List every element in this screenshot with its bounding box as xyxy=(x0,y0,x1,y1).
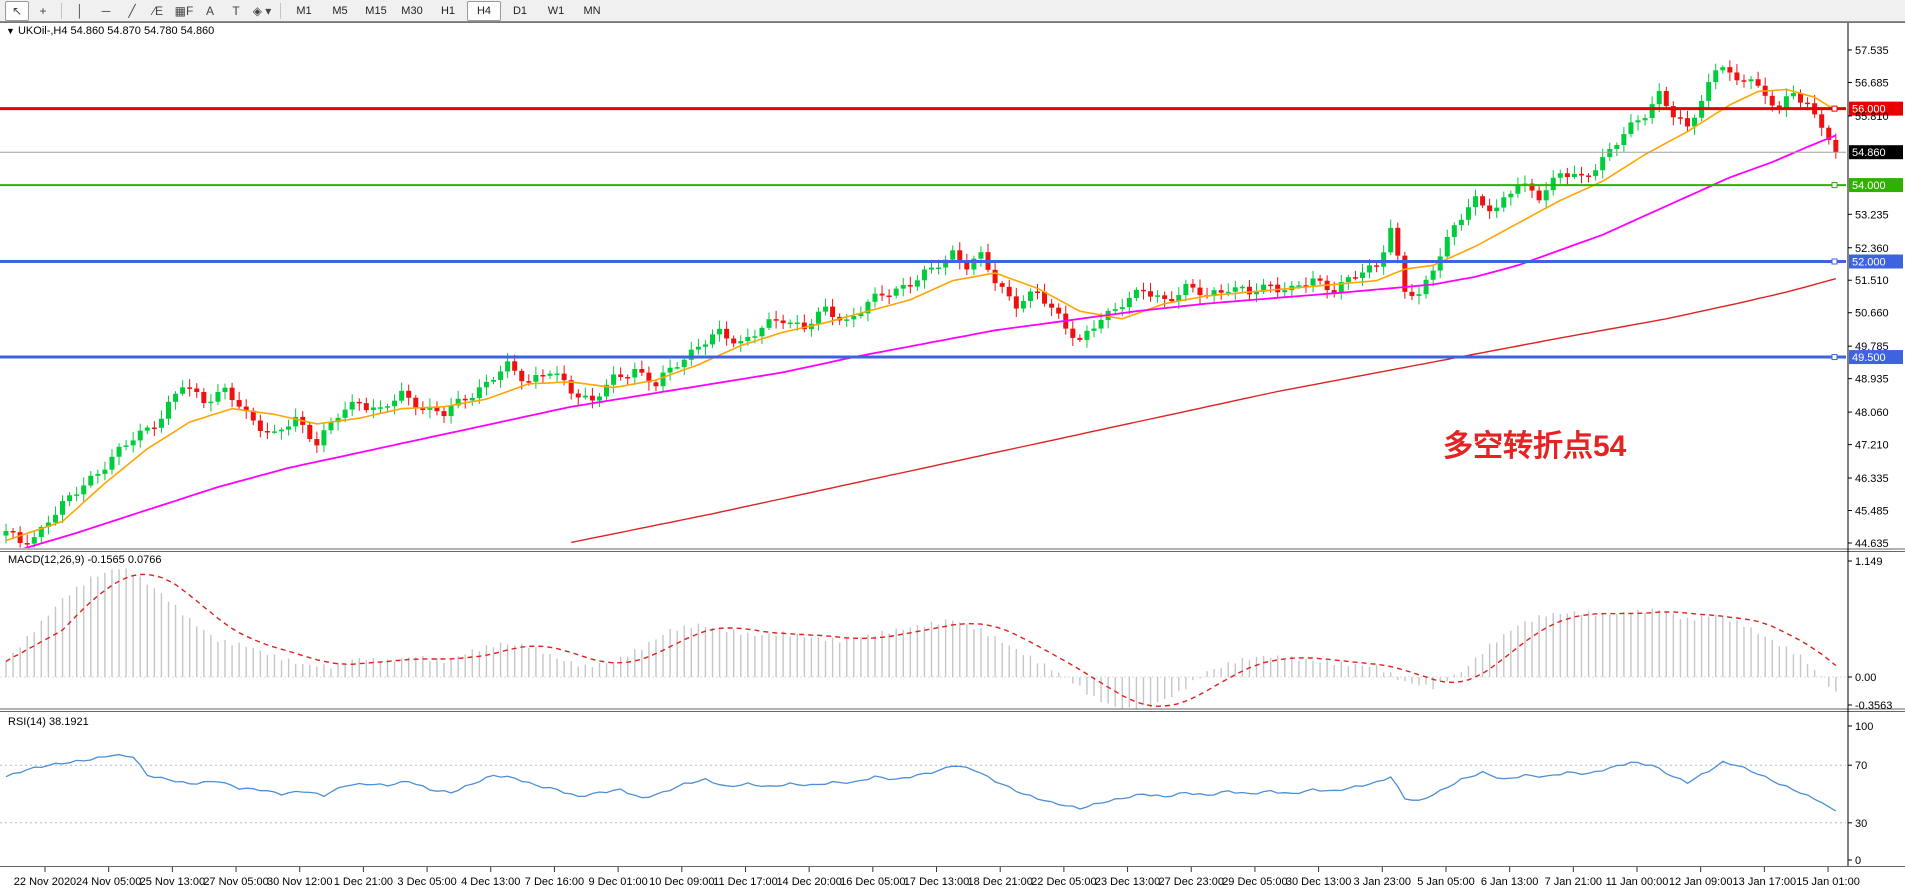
price-tick: 52.360 xyxy=(1855,243,1889,255)
rsi-line xyxy=(6,755,1836,811)
cursor-tool[interactable]: ↖ xyxy=(5,1,29,21)
toolbar: ↖+ │─╱∕E▦FAT◈ ▾ M1M5M15M30H1H4D1W1MN xyxy=(0,0,1905,22)
trendline-tool[interactable]: ╱ xyxy=(120,1,144,21)
timeframe-m15[interactable]: M15 xyxy=(359,1,393,21)
rsi-indicator-label: RSI(14) 38.1921 xyxy=(8,716,89,728)
moving-averages xyxy=(6,90,1836,554)
medium-ma-line xyxy=(6,135,1836,554)
fibonacci-tool[interactable]: ▦F xyxy=(172,1,196,21)
time-tick: 30 Dec 13:00 xyxy=(1286,876,1351,888)
price-label-49.500: 49.500 xyxy=(1852,352,1886,364)
time-tick: 5 Jan 05:00 xyxy=(1417,876,1475,888)
price-tick: 48.935 xyxy=(1855,374,1889,386)
candlestick-series xyxy=(4,60,1839,552)
time-tick: 11 Jan 00:00 xyxy=(1606,876,1669,888)
time-tick: 17 Dec 13:00 xyxy=(904,876,969,888)
price-tick: 47.210 xyxy=(1855,440,1889,452)
time-axis: 22 Nov 202024 Nov 05:0025 Nov 13:0027 No… xyxy=(14,867,1860,888)
rsi-tick: 100 xyxy=(1855,721,1873,733)
price-tick: 56.685 xyxy=(1855,77,1889,89)
time-tick: 22 Dec 05:00 xyxy=(1031,876,1096,888)
collapse-arrow-icon[interactable]: ▼ xyxy=(6,26,15,36)
text-tool[interactable]: A xyxy=(198,1,222,21)
timeframe-mn[interactable]: MN xyxy=(575,1,609,21)
rsi-tick: 0 xyxy=(1855,855,1861,867)
macd-signal-line xyxy=(6,574,1836,706)
symbol-ohlc-readout: ▼ UKOil-,H4 54.860 54.870 54.780 54.860 xyxy=(6,25,214,37)
timeframe-buttons: M1M5M15M30H1H4D1W1MN xyxy=(286,1,610,21)
macd-series xyxy=(0,568,1846,711)
price-label-54.860: 54.860 xyxy=(1852,147,1886,159)
price-axis: 57.535 56.685 55.810 53.235 52.360 51.510 50.6… xyxy=(1848,45,1892,867)
price-tick: 46.335 xyxy=(1855,473,1889,485)
price-tick: 53.235 xyxy=(1855,209,1889,221)
price-tick: 45.485 xyxy=(1855,506,1889,518)
macd-tick: 0.00 xyxy=(1855,672,1876,684)
timeframe-m1[interactable]: M1 xyxy=(287,1,321,21)
horizontal-levels: 56.00054.86054.00052.00049.500 xyxy=(0,102,1903,364)
symbol-text: UKOil-,H4 54.860 54.870 54.780 54.860 xyxy=(18,25,214,37)
price-tick: 49.785 xyxy=(1855,341,1889,353)
toolbar-separator xyxy=(280,3,281,19)
price-tick: 55.810 xyxy=(1855,111,1889,123)
time-tick: 11 Dec 17:00 xyxy=(713,876,778,888)
slow-ma-line xyxy=(571,279,1836,543)
timeframe-h1[interactable]: H1 xyxy=(431,1,465,21)
fast-ma-line xyxy=(6,90,1836,541)
chart-text-annotation[interactable]: 多空转折点54 xyxy=(1443,421,1626,465)
time-tick: 18 Dec 21:00 xyxy=(967,876,1032,888)
time-tick: 14 Dec 20:00 xyxy=(776,876,841,888)
time-tick: 27 Dec 23:00 xyxy=(1159,876,1224,888)
crosshair-tool[interactable]: + xyxy=(31,1,55,21)
timeframe-m5[interactable]: M5 xyxy=(323,1,357,21)
horizontal-line-tool[interactable]: ─ xyxy=(94,1,118,21)
time-tick: 6 Jan 13:00 xyxy=(1481,876,1539,888)
time-tick: 10 Dec 09:00 xyxy=(649,876,714,888)
time-tick: 7 Jan 21:00 xyxy=(1545,876,1603,888)
time-tick: 1 Dec 21:00 xyxy=(334,876,393,888)
time-tick: 3 Jan 23:00 xyxy=(1354,876,1412,888)
macd-indicator-label: MACD(12,26,9) -0.1565 0.0766 xyxy=(8,554,161,566)
time-tick: 9 Dec 01:00 xyxy=(588,876,647,888)
time-tick: 3 Dec 05:00 xyxy=(397,876,456,888)
timeframe-m30[interactable]: M30 xyxy=(395,1,429,21)
rsi-series xyxy=(0,755,1846,823)
timeframe-h4[interactable]: H4 xyxy=(467,1,501,21)
price-label-52.000: 52.000 xyxy=(1852,257,1886,269)
price-tick: 51.510 xyxy=(1855,275,1889,287)
equidistant-channel-tool[interactable]: ∕E xyxy=(146,1,170,21)
rsi-tick: 70 xyxy=(1855,760,1867,772)
time-tick: 15 Jan 01:00 xyxy=(1796,876,1860,888)
timeframe-w1[interactable]: W1 xyxy=(539,1,573,21)
drawing-tools: ↖+ │─╱∕E▦FAT◈ ▾ xyxy=(4,1,286,21)
price-tick: 50.660 xyxy=(1855,308,1889,320)
time-tick: 22 Nov 2020 xyxy=(14,876,76,888)
rsi-tick: 30 xyxy=(1855,818,1867,830)
time-tick: 27 Nov 05:00 xyxy=(203,876,268,888)
toolbar-separator xyxy=(61,3,62,19)
timeframe-d1[interactable]: D1 xyxy=(503,1,537,21)
time-tick: 30 Nov 12:00 xyxy=(267,876,332,888)
time-tick: 16 Dec 05:00 xyxy=(840,876,905,888)
vertical-line-tool[interactable]: │ xyxy=(68,1,92,21)
time-tick: 23 Dec 13:00 xyxy=(1095,876,1160,888)
time-tick: 29 Dec 05:00 xyxy=(1222,876,1287,888)
arrows-tool[interactable]: ◈ ▾ xyxy=(250,1,274,21)
macd-tick: 1.149 xyxy=(1855,556,1883,568)
time-tick: 13 Jan 17:00 xyxy=(1733,876,1797,888)
price-tick: 48.060 xyxy=(1855,407,1889,419)
text-label-tool[interactable]: T xyxy=(224,1,248,21)
time-tick: 12 Jan 09:00 xyxy=(1669,876,1733,888)
price-label-54.000: 54.000 xyxy=(1852,180,1886,192)
price-tick: 57.535 xyxy=(1855,45,1889,57)
time-tick: 24 Nov 05:00 xyxy=(76,876,141,888)
price-tick: 44.635 xyxy=(1855,538,1889,550)
macd-tick: -0.3563 xyxy=(1855,700,1892,712)
time-tick: 25 Nov 13:00 xyxy=(140,876,205,888)
time-tick: 7 Dec 16:00 xyxy=(525,876,584,888)
time-tick: 4 Dec 13:00 xyxy=(461,876,520,888)
